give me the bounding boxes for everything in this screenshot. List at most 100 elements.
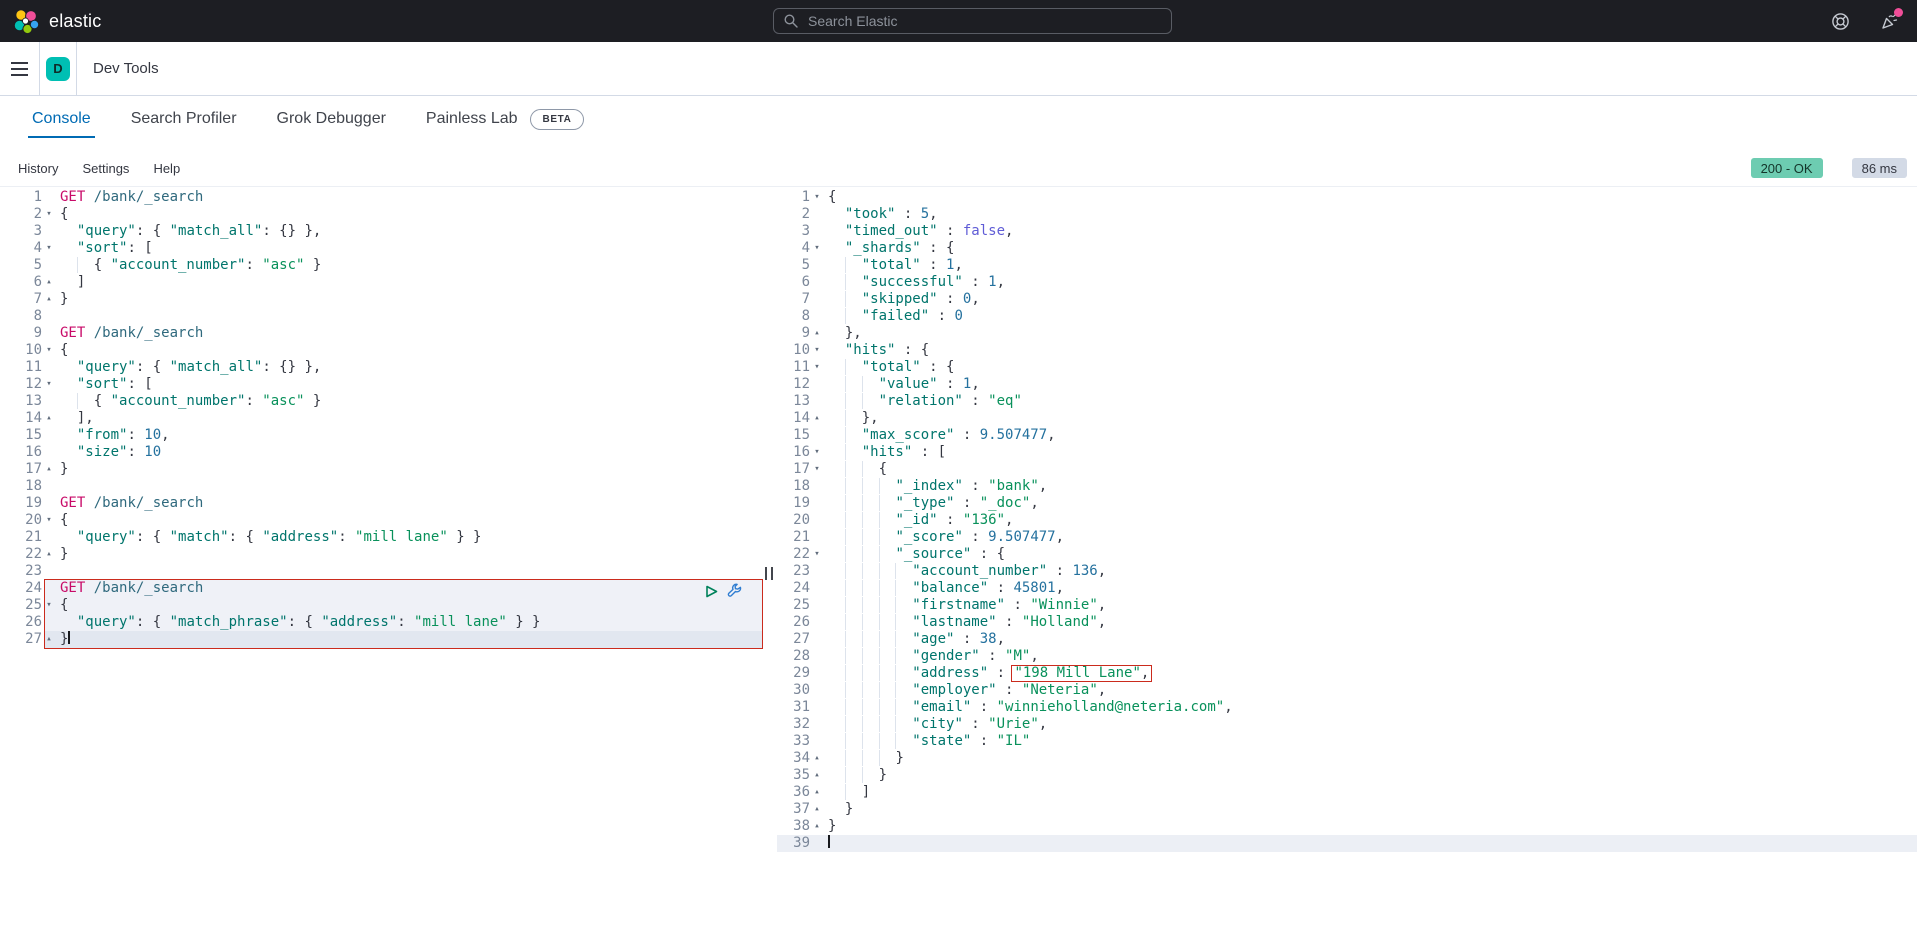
global-search[interactable]	[773, 8, 1172, 34]
response-line[interactable]: 24 "balance" : 45801,	[777, 580, 1917, 597]
code-line[interactable]: GET /bank/_search	[56, 495, 763, 512]
response-line[interactable]: 5 "total" : 1,	[777, 257, 1917, 274]
response-line[interactable]: 1▾{	[777, 189, 1917, 206]
pane-resizer[interactable]	[765, 567, 773, 580]
editor-line[interactable]: 27▴}	[0, 631, 763, 648]
editor-line[interactable]: 10▾{	[0, 342, 763, 359]
code-line[interactable]: GET /bank/_search	[56, 325, 763, 342]
code-line[interactable]: {	[56, 342, 763, 359]
code-line[interactable]: "max_score" : 9.507477,	[824, 427, 1917, 444]
editor-line[interactable]: 2▾{	[0, 206, 763, 223]
editor-line[interactable]: 23	[0, 563, 763, 580]
menu-button[interactable]	[0, 42, 40, 95]
fold-toggle-icon[interactable]: ▾	[810, 189, 824, 206]
code-line[interactable]: }	[824, 750, 1917, 767]
toolbar-link-history[interactable]: History	[18, 161, 58, 176]
editor-line[interactable]: 18	[0, 478, 763, 495]
code-line[interactable]: {	[56, 597, 763, 614]
code-line[interactable]: "sort": [	[56, 240, 763, 257]
response-line[interactable]: 31 "email" : "winnieholland@neteria.com"…	[777, 699, 1917, 716]
code-line[interactable]: }	[56, 631, 763, 648]
response-line[interactable]: 23 "account_number" : 136,	[777, 563, 1917, 580]
code-line[interactable]: },	[824, 325, 1917, 342]
fold-toggle-icon[interactable]: ▴	[810, 325, 824, 342]
code-line[interactable]: "hits" : [	[824, 444, 1917, 461]
code-line[interactable]: { "account_number": "asc" }	[56, 393, 763, 410]
code-line[interactable]: }	[824, 767, 1917, 784]
fold-toggle-icon[interactable]: ▴	[42, 461, 56, 478]
newsfeed-icon[interactable]	[1880, 12, 1899, 31]
code-line[interactable]: "query": { "match": { "address": "mill l…	[56, 529, 763, 546]
editor-line[interactable]: 4▾ "sort": [	[0, 240, 763, 257]
response-line[interactable]: 14▴ },	[777, 410, 1917, 427]
response-line[interactable]: 7 "skipped" : 0,	[777, 291, 1917, 308]
fold-toggle-icon[interactable]: ▴	[810, 767, 824, 784]
fold-toggle-icon[interactable]: ▾	[810, 546, 824, 563]
response-line[interactable]: 28 "gender" : "M",	[777, 648, 1917, 665]
fold-toggle-icon[interactable]: ▴	[810, 801, 824, 818]
code-line[interactable]: "_type" : "_doc",	[824, 495, 1917, 512]
code-line[interactable]: GET /bank/_search	[56, 580, 763, 597]
code-line[interactable]: "hits" : {	[824, 342, 1917, 359]
code-line[interactable]: "successful" : 1,	[824, 274, 1917, 291]
request-editor[interactable]: 1GET /bank/_search2▾{3 "query": { "match…	[0, 187, 763, 934]
code-line[interactable]: "_source" : {	[824, 546, 1917, 563]
tab-console[interactable]: Console	[28, 102, 95, 136]
editor-line[interactable]: 8	[0, 308, 763, 325]
code-line[interactable]	[824, 835, 1917, 852]
code-line[interactable]: "state" : "IL"	[824, 733, 1917, 750]
response-line[interactable]: 11▾ "total" : {	[777, 359, 1917, 376]
code-line[interactable]: {	[56, 206, 763, 223]
code-line[interactable]: "timed_out" : false,	[824, 223, 1917, 240]
toolbar-link-help[interactable]: Help	[153, 161, 180, 176]
fold-toggle-icon[interactable]: ▴	[810, 784, 824, 801]
response-line[interactable]: 34▴ }	[777, 750, 1917, 767]
help-icon[interactable]	[1831, 12, 1850, 31]
editor-line[interactable]: 24GET /bank/_search	[0, 580, 763, 597]
editor-line[interactable]: 17▴}	[0, 461, 763, 478]
code-line[interactable]: "value" : 1,	[824, 376, 1917, 393]
code-line[interactable]: "total" : 1,	[824, 257, 1917, 274]
code-line[interactable]: {	[824, 461, 1917, 478]
editor-line[interactable]: 20▾{	[0, 512, 763, 529]
code-line[interactable]: "employer" : "Neteria",	[824, 682, 1917, 699]
response-line[interactable]: 12 "value" : 1,	[777, 376, 1917, 393]
response-line[interactable]: 21 "_score" : 9.507477,	[777, 529, 1917, 546]
code-line[interactable]: "lastname" : "Holland",	[824, 614, 1917, 631]
code-line[interactable]: ]	[56, 274, 763, 291]
request-options-button[interactable]	[726, 583, 743, 600]
code-line[interactable]: "relation" : "eq"	[824, 393, 1917, 410]
response-line[interactable]: 39	[777, 835, 1917, 852]
code-line[interactable]: "failed" : 0	[824, 308, 1917, 325]
code-line[interactable]: }	[56, 546, 763, 563]
editor-line[interactable]: 21 "query": { "match": { "address": "mil…	[0, 529, 763, 546]
response-line[interactable]: 15 "max_score" : 9.507477,	[777, 427, 1917, 444]
code-line[interactable]: "total" : {	[824, 359, 1917, 376]
fold-toggle-icon[interactable]: ▾	[42, 512, 56, 529]
response-line[interactable]: 8 "failed" : 0	[777, 308, 1917, 325]
tab-search-profiler[interactable]: Search Profiler	[127, 102, 241, 136]
code-line[interactable]: "_index" : "bank",	[824, 478, 1917, 495]
fold-toggle-icon[interactable]: ▾	[810, 461, 824, 478]
fold-toggle-icon[interactable]: ▾	[810, 444, 824, 461]
fold-toggle-icon[interactable]: ▴	[42, 410, 56, 427]
editor-line[interactable]: 3 "query": { "match_all": {} },	[0, 223, 763, 240]
fold-toggle-icon[interactable]: ▴	[42, 291, 56, 308]
fold-toggle-icon[interactable]: ▴	[42, 274, 56, 291]
editor-line[interactable]: 25▾{	[0, 597, 763, 614]
code-line[interactable]: "account_number" : 136,	[824, 563, 1917, 580]
editor-line[interactable]: 5 { "account_number": "asc" }	[0, 257, 763, 274]
editor-line[interactable]: 13 { "account_number": "asc" }	[0, 393, 763, 410]
fold-toggle-icon[interactable]: ▾	[42, 376, 56, 393]
code-line[interactable]: "took" : 5,	[824, 206, 1917, 223]
response-line[interactable]: 32 "city" : "Urie",	[777, 716, 1917, 733]
fold-toggle-icon[interactable]: ▴	[810, 410, 824, 427]
code-line[interactable]: "sort": [	[56, 376, 763, 393]
code-line[interactable]: "query": { "match_all": {} },	[56, 223, 763, 240]
code-line[interactable]	[56, 308, 763, 325]
code-line[interactable]: }	[56, 461, 763, 478]
editor-line[interactable]: 9GET /bank/_search	[0, 325, 763, 342]
response-line[interactable]: 20 "_id" : "136",	[777, 512, 1917, 529]
response-line[interactable]: 9▴ },	[777, 325, 1917, 342]
code-line[interactable]: "_score" : 9.507477,	[824, 529, 1917, 546]
